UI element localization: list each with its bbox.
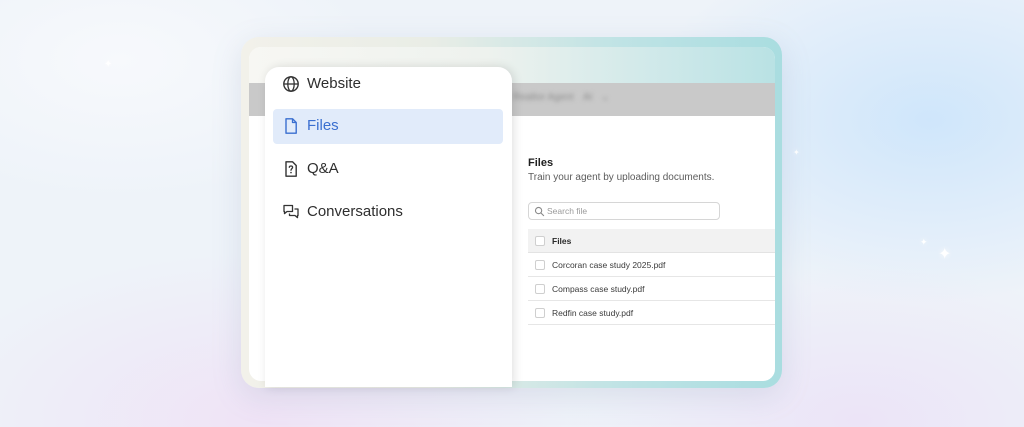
row-checkbox[interactable] <box>535 260 545 270</box>
file-name[interactable]: Compass case study.pdf <box>552 284 644 294</box>
search-placeholder: Search file <box>547 206 588 216</box>
sidebar-item-qa[interactable]: Q&A <box>273 152 503 187</box>
search-input[interactable]: Search file <box>528 202 720 220</box>
select-all-checkbox[interactable] <box>535 236 545 246</box>
sidebar-item-conversations[interactable]: Conversations <box>273 195 503 230</box>
chat-bubbles-icon <box>283 204 299 219</box>
question-file-icon <box>285 161 297 177</box>
sidebar-item-label: Conversations <box>307 203 403 220</box>
agent-badge: AI <box>583 92 593 103</box>
agent-name[interactable]: Realtor Agent <box>513 92 574 103</box>
column-header-files: Files <box>552 236 572 246</box>
sparkle-decoration: ✦ <box>104 59 113 70</box>
globe-icon <box>283 76 299 92</box>
sidebar-item-website[interactable]: Website <box>273 67 503 102</box>
table-row[interactable]: Redfin case study.pdf <box>528 301 775 325</box>
sidebar: Website Files Q&A Conversations <box>265 67 512 387</box>
sidebar-item-label: Q&A <box>307 160 339 177</box>
page-subtitle: Train your agent by uploading documents. <box>528 172 715 183</box>
file-name[interactable]: Corcoran case study 2025.pdf <box>552 260 665 270</box>
sparkle-decoration: ✦ <box>938 246 952 263</box>
sidebar-item-files[interactable]: Files <box>273 109 503 144</box>
file-name[interactable]: Redfin case study.pdf <box>552 308 633 318</box>
row-checkbox[interactable] <box>535 308 545 318</box>
table-header: Files <box>528 229 775 253</box>
search-icon <box>534 206 545 217</box>
sidebar-item-label: Files <box>307 117 339 134</box>
row-checkbox[interactable] <box>535 284 545 294</box>
chevron-down-icon[interactable]: ⌄ <box>601 92 609 103</box>
files-table: Files Corcoran case study 2025.pdf Compa… <box>528 229 775 325</box>
table-row[interactable]: Corcoran case study 2025.pdf <box>528 253 775 277</box>
file-icon <box>285 118 297 134</box>
table-row[interactable]: Compass case study.pdf <box>528 277 775 301</box>
sparkle-decoration: ✦ <box>793 148 800 157</box>
page-title: Files <box>528 157 554 169</box>
sidebar-item-label: Website <box>307 75 361 92</box>
sparkle-decoration: ✦ <box>920 237 928 247</box>
